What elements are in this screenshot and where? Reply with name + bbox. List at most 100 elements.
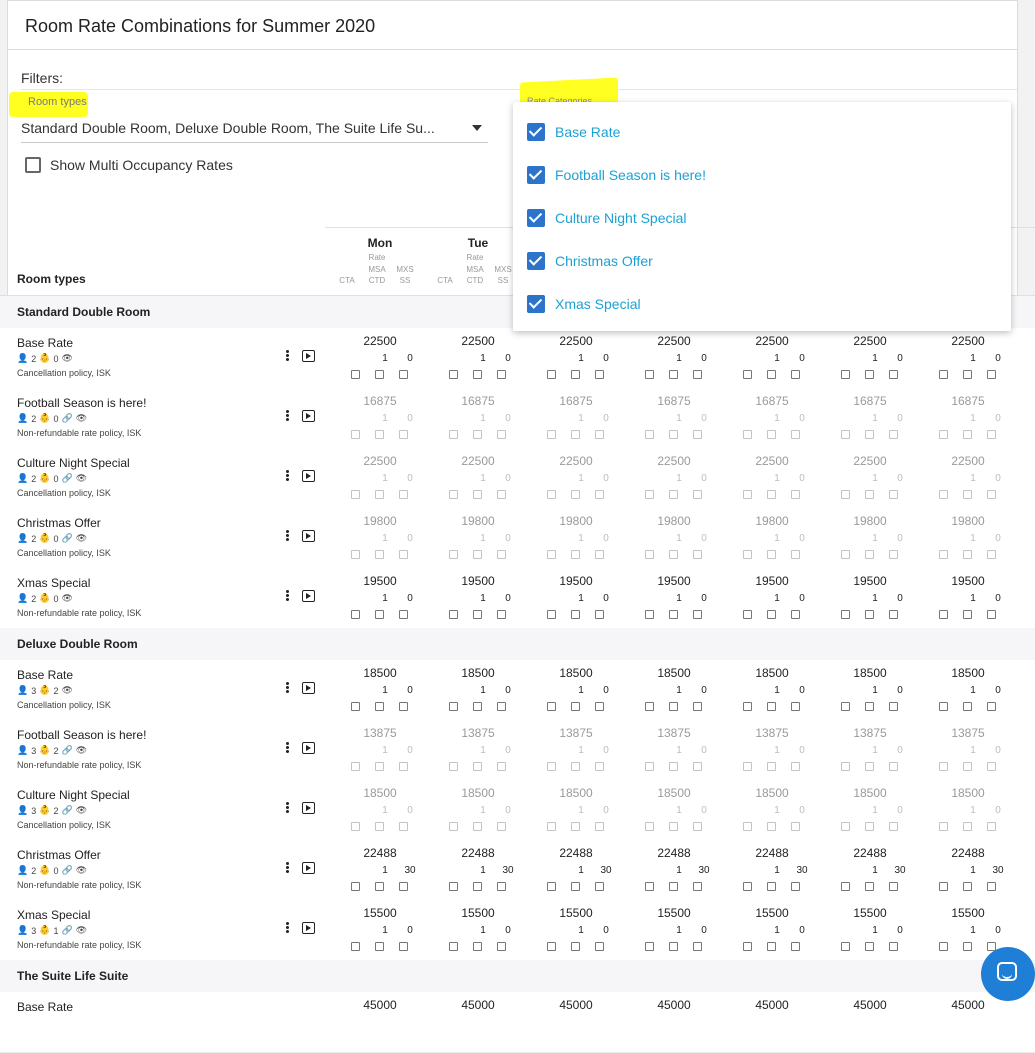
ctd-checkbox[interactable] <box>473 550 482 559</box>
ss-checkbox[interactable] <box>595 550 604 559</box>
rate-price[interactable]: 15500 <box>331 906 429 920</box>
cta-checkbox[interactable] <box>645 762 654 771</box>
msa-value[interactable]: 1 <box>674 745 684 756</box>
ctd-checkbox[interactable] <box>963 370 972 379</box>
rate-price[interactable]: 13875 <box>331 726 429 740</box>
msa-value[interactable]: 1 <box>380 925 390 936</box>
mxs-value[interactable]: 0 <box>697 533 711 544</box>
cta-checkbox[interactable] <box>841 762 850 771</box>
msa-value[interactable]: 1 <box>478 473 488 484</box>
ss-checkbox[interactable] <box>399 550 408 559</box>
mxs-value[interactable]: 0 <box>599 593 613 604</box>
cta-checkbox[interactable] <box>939 490 948 499</box>
cta-checkbox[interactable] <box>351 490 360 499</box>
mxs-value[interactable]: 0 <box>893 593 907 604</box>
rate-category-option[interactable]: Football Season is here! <box>527 163 706 187</box>
ss-checkbox[interactable] <box>595 430 604 439</box>
ctd-checkbox[interactable] <box>473 490 482 499</box>
rate-price[interactable]: 13875 <box>625 726 723 740</box>
msa-value[interactable]: 1 <box>968 413 978 424</box>
msa-value[interactable]: 1 <box>772 805 782 816</box>
cta-checkbox[interactable] <box>939 822 948 831</box>
msa-value[interactable]: 1 <box>674 413 684 424</box>
play-icon[interactable] <box>302 862 315 874</box>
rate-price[interactable]: 45000 <box>625 998 723 1012</box>
cta-checkbox[interactable] <box>743 430 752 439</box>
ctd-checkbox[interactable] <box>375 610 384 619</box>
play-icon[interactable] <box>302 802 315 814</box>
ss-checkbox[interactable] <box>399 762 408 771</box>
rate-price[interactable]: 22500 <box>919 454 1017 468</box>
mxs-value[interactable]: 0 <box>991 473 1005 484</box>
rate-price[interactable]: 19500 <box>429 574 527 588</box>
ss-checkbox[interactable] <box>497 550 506 559</box>
rate-price[interactable]: 19800 <box>723 514 821 528</box>
ctd-checkbox[interactable] <box>767 822 776 831</box>
rate-price[interactable]: 18500 <box>527 666 625 680</box>
mxs-value[interactable]: 0 <box>697 925 711 936</box>
msa-value[interactable]: 1 <box>380 865 390 876</box>
cta-checkbox[interactable] <box>449 882 458 891</box>
cta-checkbox[interactable] <box>939 610 948 619</box>
rate-price[interactable]: 15500 <box>919 906 1017 920</box>
play-icon[interactable] <box>302 470 315 482</box>
ctd-checkbox[interactable] <box>865 610 874 619</box>
mxs-value[interactable]: 0 <box>893 353 907 364</box>
multi-occupancy-toggle[interactable]: Show Multi Occupancy Rates <box>25 157 233 173</box>
ctd-checkbox[interactable] <box>571 550 580 559</box>
rate-price[interactable]: 15500 <box>723 906 821 920</box>
rate-price[interactable]: 18500 <box>723 786 821 800</box>
cta-checkbox[interactable] <box>547 370 556 379</box>
rate-price[interactable]: 22488 <box>331 846 429 860</box>
mxs-value[interactable]: 0 <box>991 413 1005 424</box>
ss-checkbox[interactable] <box>889 490 898 499</box>
msa-value[interactable]: 1 <box>674 805 684 816</box>
msa-value[interactable]: 1 <box>674 593 684 604</box>
ss-checkbox[interactable] <box>889 702 898 711</box>
ss-checkbox[interactable] <box>399 882 408 891</box>
ss-checkbox[interactable] <box>497 762 506 771</box>
ss-checkbox[interactable] <box>791 882 800 891</box>
cta-checkbox[interactable] <box>743 370 752 379</box>
ss-checkbox[interactable] <box>693 490 702 499</box>
play-icon[interactable] <box>302 350 315 362</box>
msa-value[interactable]: 1 <box>576 353 586 364</box>
ctd-checkbox[interactable] <box>865 490 874 499</box>
ss-checkbox[interactable] <box>889 610 898 619</box>
ss-checkbox[interactable] <box>791 942 800 951</box>
cta-checkbox[interactable] <box>939 430 948 439</box>
mxs-value[interactable]: 30 <box>795 865 809 876</box>
msa-value[interactable]: 1 <box>772 413 782 424</box>
ss-checkbox[interactable] <box>791 610 800 619</box>
rate-price[interactable]: 22488 <box>625 846 723 860</box>
msa-value[interactable]: 1 <box>968 353 978 364</box>
rate-price[interactable]: 45000 <box>429 998 527 1012</box>
msa-value[interactable]: 1 <box>870 745 880 756</box>
play-icon[interactable] <box>302 922 315 934</box>
msa-value[interactable]: 1 <box>576 593 586 604</box>
ss-checkbox[interactable] <box>987 610 996 619</box>
msa-value[interactable]: 1 <box>576 533 586 544</box>
more-options-icon[interactable] <box>286 590 290 604</box>
rate-price[interactable]: 22500 <box>331 454 429 468</box>
msa-value[interactable]: 1 <box>870 685 880 696</box>
rate-category-option[interactable]: Base Rate <box>527 120 620 144</box>
mxs-value[interactable]: 0 <box>795 805 809 816</box>
mxs-value[interactable]: 0 <box>697 413 711 424</box>
ctd-checkbox[interactable] <box>571 490 580 499</box>
rate-price[interactable]: 22500 <box>723 334 821 348</box>
cta-checkbox[interactable] <box>449 430 458 439</box>
ss-checkbox[interactable] <box>693 370 702 379</box>
cta-checkbox[interactable] <box>939 370 948 379</box>
rate-price[interactable]: 16875 <box>429 394 527 408</box>
msa-value[interactable]: 1 <box>870 533 880 544</box>
rate-price[interactable]: 19800 <box>527 514 625 528</box>
ctd-checkbox[interactable] <box>767 370 776 379</box>
mxs-value[interactable]: 0 <box>893 413 907 424</box>
cta-checkbox[interactable] <box>841 370 850 379</box>
ctd-checkbox[interactable] <box>669 942 678 951</box>
rate-price[interactable]: 15500 <box>527 906 625 920</box>
cta-checkbox[interactable] <box>645 822 654 831</box>
ctd-checkbox[interactable] <box>375 490 384 499</box>
ctd-checkbox[interactable] <box>669 490 678 499</box>
